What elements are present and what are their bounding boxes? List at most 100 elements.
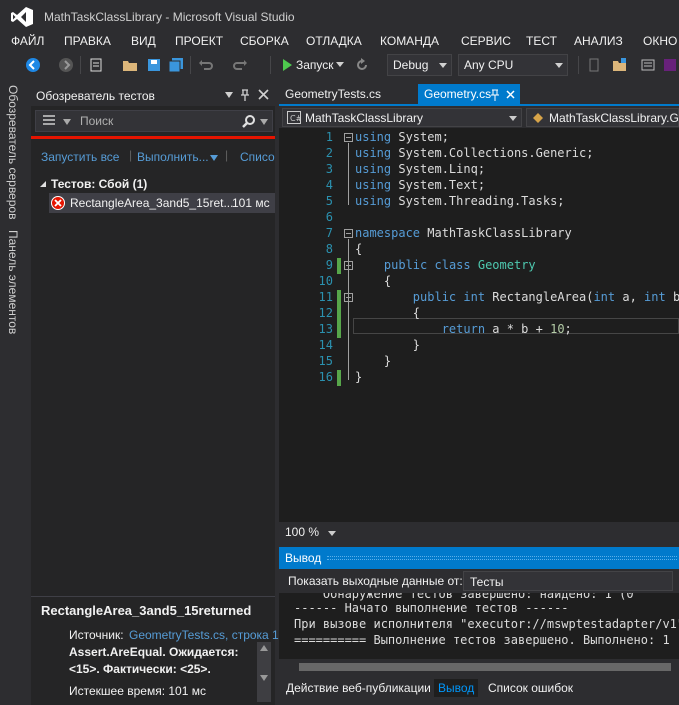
close-icon[interactable]: [258, 89, 269, 100]
pin-icon[interactable]: [240, 89, 250, 101]
assert-message-line1: Assert.AreEqual. Ожидается:: [69, 645, 239, 659]
tab-error-list[interactable]: Список ошибок: [488, 681, 573, 695]
menu-team[interactable]: КОМАНДА: [380, 34, 439, 48]
open-file-icon[interactable]: [122, 57, 138, 73]
back-icon[interactable]: [25, 57, 41, 73]
source-link[interactable]: GeometryTests.cs, строка 1: [129, 628, 279, 642]
tab-geometry[interactable]: Geometry.cs: [418, 84, 520, 105]
menu-file[interactable]: ФАЙЛ: [11, 34, 44, 48]
failure-status-bar: [31, 136, 275, 139]
output-source-label: Показать выходные данные от:: [288, 574, 463, 588]
undo-icon[interactable]: [198, 57, 214, 73]
code-editor[interactable]: 1 2 3 4 5 6 7 8 9 10 11 12 13 14 15 16 u…: [279, 128, 679, 522]
platform-select[interactable]: Any CPU: [458, 54, 568, 76]
editor-status-strip: 100 %: [279, 522, 679, 542]
tab-web-publish[interactable]: Действие веб-публикации: [286, 681, 431, 695]
tab-close-icon: [506, 90, 515, 99]
find-in-files-icon[interactable]: [612, 57, 628, 73]
scroll-thumb[interactable]: [299, 663, 671, 671]
collapse-icon[interactable]: [344, 293, 353, 302]
collapse-icon[interactable]: [344, 229, 353, 238]
collapse-icon[interactable]: [344, 261, 353, 270]
tab-output[interactable]: Вывод: [434, 679, 479, 697]
expand-arrow-icon[interactable]: [39, 180, 47, 188]
group-by-icon[interactable]: [42, 114, 56, 128]
run-dropdown-icon[interactable]: [210, 155, 218, 161]
failed-group-header[interactable]: Тестов: Сбой (1): [51, 177, 147, 191]
test-row[interactable]: RectangleArea_3and5_15ret... 101 мс: [49, 193, 275, 213]
scroll-down-icon: [260, 675, 268, 681]
save-all-icon[interactable]: [168, 57, 184, 73]
navigation-bar: C# MathTaskClassLibrary MathTaskClassLib…: [279, 106, 679, 128]
refresh-icon[interactable]: [354, 57, 370, 73]
line-number-gutter: 1 2 3 4 5 6 7 8 9 10 11 12 13 14 15 16: [318, 130, 333, 384]
output-source-select[interactable]: Тесты: [463, 571, 673, 591]
menu-debug[interactable]: ОТЛАДКА: [306, 34, 362, 48]
svg-text:C#: C#: [290, 114, 301, 123]
menu-test[interactable]: ТЕСТ: [526, 34, 557, 48]
output-line: Обнаружение тестов завершено: найдено: 1…: [294, 593, 634, 601]
project-nav-select[interactable]: C# MathTaskClassLibrary: [282, 108, 522, 127]
run-all-link[interactable]: Запустить все: [41, 150, 119, 164]
output-panel-header: Вывод: [279, 547, 679, 569]
standard-toolbar: Запуск Debug Any CPU: [0, 52, 679, 78]
visual-studio-logo-icon: [11, 7, 33, 27]
search-options-icon[interactable]: [260, 119, 268, 125]
panel-menu-icon[interactable]: [225, 92, 233, 98]
menu-tools[interactable]: СЕРВИС: [461, 34, 511, 48]
tab-pin-icon: [491, 89, 499, 101]
elapsed-time: Истекшее время: 101 мс: [69, 684, 206, 698]
menu-project[interactable]: ПРОЕКТ: [175, 34, 223, 48]
scroll-up-icon: [260, 645, 268, 651]
menu-view[interactable]: ВИД: [131, 34, 156, 48]
output-line: ------ Начато выполнение тестов ------: [294, 601, 569, 615]
start-debug-icon[interactable]: [279, 57, 295, 73]
server-explorer-tab[interactable]: Обозреватель серверов: [6, 85, 20, 219]
test-explorer-header: Обозреватель тестов: [31, 84, 275, 106]
csharp-project-icon: C#: [287, 111, 301, 124]
toolbox-icon[interactable]: [640, 57, 656, 73]
test-explorer-title: Обозреватель тестов: [36, 89, 155, 103]
menu-build[interactable]: СБОРКА: [240, 34, 289, 48]
assert-message-line2: <15>. Фактически: <25>.: [69, 662, 211, 676]
solution-config-select[interactable]: Debug: [387, 54, 452, 76]
menu-edit[interactable]: ПРАВКА: [64, 34, 111, 48]
menu-window[interactable]: ОКНО: [643, 34, 677, 48]
forward-icon[interactable]: [58, 57, 74, 73]
new-project-icon[interactable]: [88, 57, 104, 73]
platform-value: Any CPU: [464, 58, 514, 72]
test-search-box[interactable]: Поиск: [35, 110, 273, 132]
playlist-link[interactable]: Списо: [240, 150, 275, 164]
detail-scrollbar[interactable]: [257, 642, 271, 702]
menu-bar: ФАЙЛ ПРАВКА ВИД ПРОЕКТ СБОРКА ОТЛАДКА КО…: [0, 32, 679, 50]
attach-icon[interactable]: [586, 57, 602, 73]
collapse-icon[interactable]: [344, 133, 353, 142]
menu-analyze[interactable]: АНАЛИЗ: [574, 34, 623, 48]
class-icon: [533, 113, 543, 123]
output-text[interactable]: Обнаружение тестов завершено: найдено: 1…: [279, 593, 679, 659]
test-name: RectangleArea_3and5_15ret...: [70, 196, 234, 210]
redo-icon[interactable]: [232, 57, 248, 73]
toolbox-tab[interactable]: Панель элементов: [6, 230, 20, 334]
window-title: MathTaskClassLibrary - Microsoft Visual …: [44, 10, 295, 24]
source-label: Источник:: [69, 628, 124, 642]
start-dropdown-icon[interactable]: [336, 60, 344, 68]
search-icon[interactable]: [242, 114, 256, 128]
output-title: Вывод: [285, 551, 322, 565]
run-link[interactable]: Выполнить...: [137, 150, 209, 164]
type-nav-select[interactable]: MathTaskClassLibrary.Geo: [526, 108, 679, 127]
solution-explorer-icon[interactable]: [662, 57, 678, 73]
tab-geometrytests[interactable]: GeometryTests.cs: [279, 84, 414, 105]
output-hscrollbar[interactable]: [279, 659, 679, 675]
document-tabs: GeometryTests.cs Geometry.cs: [279, 84, 679, 105]
change-marker: [337, 258, 341, 274]
group-dropdown-icon[interactable]: [63, 119, 71, 125]
change-marker: [337, 290, 341, 338]
title-bar: MathTaskClassLibrary - Microsoft Visual …: [0, 0, 679, 32]
save-icon[interactable]: [146, 57, 162, 73]
start-debug-button[interactable]: Запуск: [296, 58, 334, 72]
failed-test-icon: [51, 196, 65, 210]
test-explorer-panel: Обозреватель тестов Поиск Запустить все …: [31, 84, 279, 705]
test-search-input[interactable]: Поиск: [80, 114, 113, 128]
zoom-select[interactable]: 100 %: [282, 524, 340, 541]
